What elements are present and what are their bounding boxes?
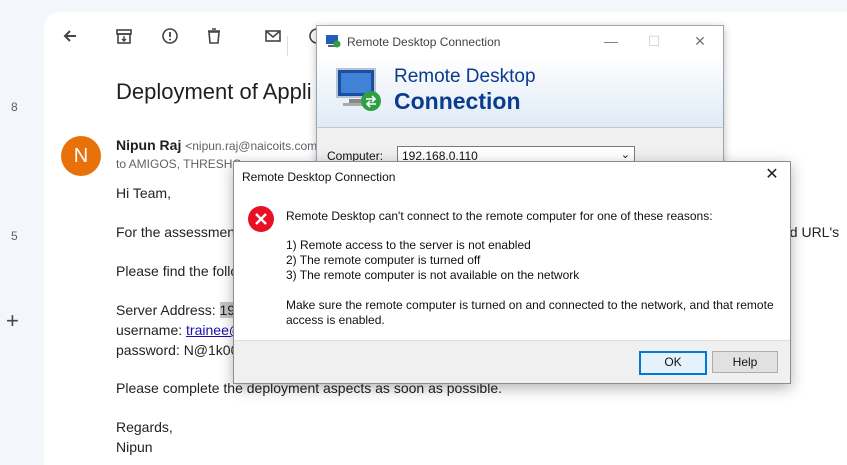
username-label: username: [116, 322, 187, 338]
back-arrow-icon[interactable] [60, 26, 80, 46]
server-label: Server Address: [116, 302, 220, 318]
body-line-2: Please find the follo [116, 263, 239, 279]
rail-number-5: 5 [11, 229, 18, 243]
reason-1: 1) Remote access to the server is not en… [286, 238, 531, 252]
email-subject: Deployment of Appli [116, 79, 312, 104]
body-line-1: For the assessment [116, 224, 239, 240]
report-spam-icon[interactable] [160, 26, 180, 46]
ok-button[interactable]: OK [639, 351, 707, 375]
delete-icon[interactable] [204, 26, 224, 46]
rdc-banner-line2: Connection [394, 88, 521, 114]
sender-avatar[interactable]: N [61, 136, 101, 176]
sender-name: Nipun Raj [116, 137, 182, 153]
regards: Regards, [116, 419, 173, 435]
greeting: Hi Team, [116, 185, 171, 201]
mark-unread-icon[interactable] [263, 26, 283, 46]
chevron-down-icon: ⌄ [620, 149, 630, 161]
rdc-banner: Remote Desktop Connection [317, 57, 723, 127]
rdc-monitor-icon [336, 68, 381, 111]
signature: Nipun [116, 439, 153, 455]
error-dialog-title: Remote Desktop Connection [242, 170, 396, 184]
rdc-banner-line1: Remote Desktop [394, 66, 536, 87]
sender-line: Nipun Raj <nipun.raj@naicoits.com [116, 137, 317, 153]
error-message: Remote Desktop can't connect to the remo… [286, 209, 713, 223]
server-address-line: Server Address: 192 [116, 302, 243, 318]
maximize-icon: ☐ [647, 33, 661, 49]
username-line: username: trainee@ [116, 322, 243, 338]
recipients[interactable]: to AMIGOS, THRESHO [116, 157, 242, 171]
password-line: password: N@1k00. [116, 342, 243, 358]
error-icon [248, 206, 274, 232]
toolbar-divider [287, 36, 288, 56]
rdc-titlebar[interactable]: Remote Desktop Connection — ☐ ✕ [317, 26, 723, 56]
archive-icon[interactable] [114, 26, 134, 46]
rdc-window: Remote Desktop Connection — ☐ ✕ Remote D… [316, 25, 724, 177]
reason-3: 3) The remote computer is not available … [286, 268, 580, 282]
reason-2: 2) The remote computer is turned off [286, 253, 481, 267]
minimize-icon[interactable]: — [599, 32, 623, 50]
rail-number-8: 8 [11, 100, 18, 114]
help-button[interactable]: Help [712, 351, 778, 373]
advice-line-1: Make sure the remote computer is turned … [286, 298, 774, 312]
plus-icon[interactable]: + [6, 310, 19, 332]
close-icon[interactable]: ✕ [688, 32, 712, 50]
avatar-letter: N [73, 144, 89, 167]
close-icon[interactable]: ✕ [762, 165, 782, 185]
dialog-footer: OK Help [234, 340, 790, 383]
rdc-app-icon [326, 35, 341, 48]
error-dialog: Remote Desktop Connection ✕ Remote Deskt… [233, 161, 791, 384]
advice-line-2: access is enabled. [286, 313, 385, 327]
sender-email: <nipun.raj@naicoits.com [185, 139, 318, 153]
rdc-title: Remote Desktop Connection [347, 35, 501, 49]
